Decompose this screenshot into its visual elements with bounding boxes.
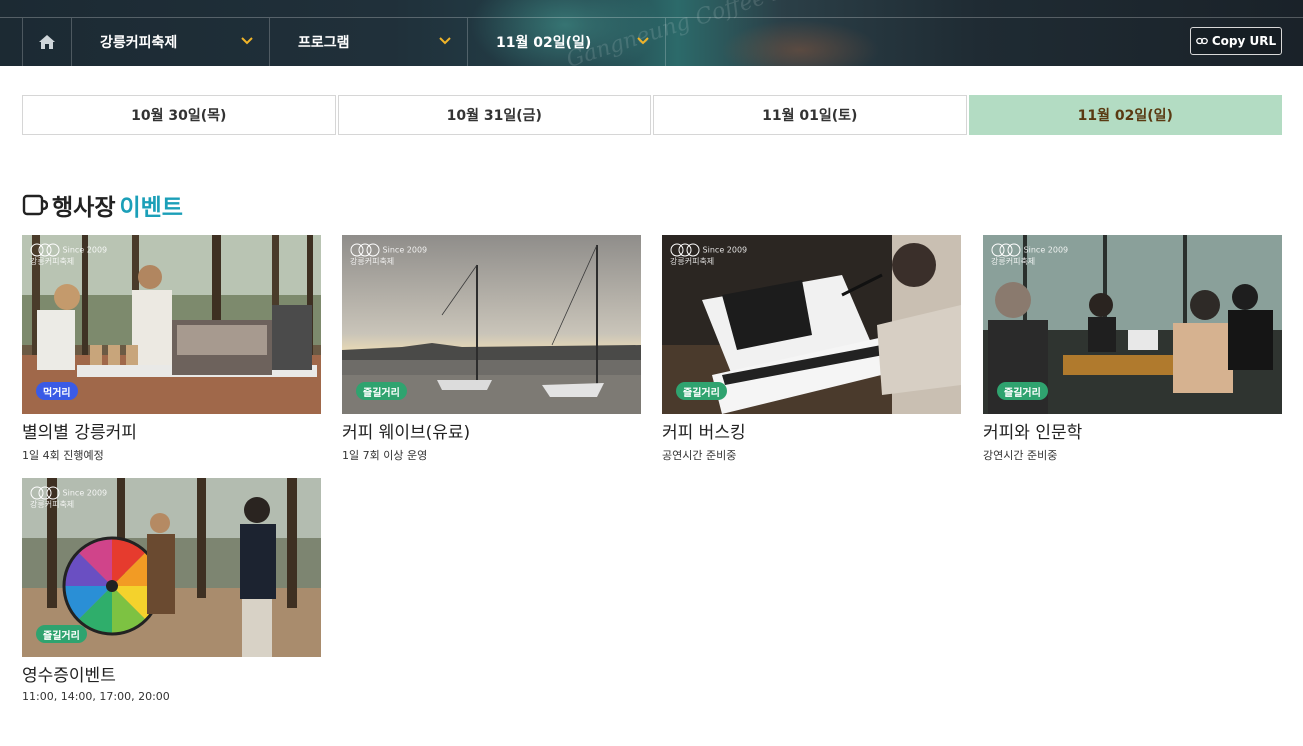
festival-logo: Since 2009 강릉커피축제 — [350, 243, 427, 266]
category-badge: 즐길거리 — [676, 382, 727, 400]
category-badge: 즐길거리 — [997, 382, 1048, 400]
logo-rings-icon — [30, 243, 60, 257]
location-nav: 강릉커피축제 프로그램 11월 02일(일) — [22, 18, 666, 66]
logo-name: 강릉커피축제 — [30, 257, 75, 266]
logo-name: 강릉커피축제 — [350, 257, 395, 266]
logo-rings-icon — [670, 243, 700, 257]
event-image-sailboat[interactable]: Since 2009 강릉커피축제 즐길거리 — [342, 235, 641, 414]
category-badge: 즐길거리 — [36, 625, 87, 643]
festival-logo: Since 2009 강릉커피축제 — [991, 243, 1068, 266]
event-image-roulette[interactable]: Since 2009 강릉커피축제 즐길거리 — [22, 478, 321, 657]
event-image-piano[interactable]: Since 2009 강릉커피축제 즐길거리 — [662, 235, 961, 414]
event-title[interactable]: 커피 버스킹 — [662, 421, 961, 445]
logo-name: 강릉커피축제 — [30, 500, 75, 509]
category-badge: 먹거리 — [36, 382, 78, 400]
festival-logo: Since 2009 강릉커피축제 — [670, 243, 747, 266]
chevron-down-icon — [637, 37, 649, 45]
section-title: 행사장 이벤트 — [22, 190, 183, 221]
logo-since: Since 2009 — [702, 245, 748, 255]
tab-nov-01[interactable]: 11월 01일(토) — [653, 95, 967, 135]
event-subtitle: 1일 7회 이상 운영 — [342, 449, 428, 462]
logo-since: Since 2009 — [1023, 245, 1069, 255]
section-title-accent: 이벤트 — [119, 195, 183, 221]
tab-nov-02[interactable]: 11월 02일(일) — [968, 95, 1282, 135]
logo-since: Since 2009 — [382, 245, 428, 255]
festival-logo: Since 2009 강릉커피축제 — [30, 486, 107, 509]
logo-since: Since 2009 — [62, 488, 108, 498]
logo-name: 강릉커피축제 — [991, 257, 1036, 266]
chevron-down-icon — [241, 37, 253, 45]
tab-oct-31[interactable]: 10월 31일(금) — [337, 95, 651, 135]
event-card[interactable]: Since 2009 강릉커피축제 즐길거리 영수증이벤트 11:00, 14:… — [22, 478, 321, 703]
tab-oct-30[interactable]: 10월 30일(목) — [22, 95, 336, 135]
logo-name: 강릉커피축제 — [670, 257, 715, 266]
category-badge: 즐길거리 — [356, 382, 407, 400]
logo-since: Since 2009 — [62, 245, 108, 255]
cup-icon — [22, 194, 48, 216]
home-button[interactable] — [22, 18, 72, 66]
event-title[interactable]: 커피와 인문학 — [983, 421, 1282, 445]
logo-rings-icon — [30, 486, 60, 500]
dropdown-label: 11월 02일(일) — [496, 35, 592, 51]
event-subtitle: 1일 4회 진행예정 — [22, 449, 104, 462]
event-subtitle: 공연시간 준비중 — [662, 449, 737, 462]
event-card[interactable]: Since 2009 강릉커피축제 즐길거리 커피와 인문학 강연시간 준비중 — [983, 235, 1282, 463]
event-subtitle: 11:00, 14:00, 17:00, 20:00 — [22, 690, 170, 703]
event-image-lecture[interactable]: Since 2009 강릉커피축제 즐길거리 — [983, 235, 1282, 414]
date-tabs: 10월 30일(목) 10월 31일(금) 11월 01일(토) 11월 02일… — [22, 95, 1282, 135]
event-subtitle: 강연시간 준비중 — [983, 449, 1058, 462]
logo-rings-icon — [350, 243, 380, 257]
dropdown-festival[interactable]: 강릉커피축제 — [72, 18, 270, 66]
festival-logo: Since 2009 강릉커피축제 — [30, 243, 107, 266]
banner-decoration — [720, 20, 880, 66]
event-card[interactable]: Since 2009 강릉커피축제 즐길거리 커피 버스킹 공연시간 준비중 — [662, 235, 961, 463]
top-banner: Gangneung Coffee Festival 강릉커피축제 프로그램 11… — [0, 0, 1303, 66]
dropdown-program[interactable]: 프로그램 — [270, 18, 468, 66]
copy-url-label: Copy URL — [1211, 34, 1277, 48]
copy-url-button[interactable]: Copy URL — [1190, 27, 1282, 55]
event-card[interactable]: Since 2009 강릉커피축제 즐길거리 커피 웨이브(유료) 1일 7회 … — [342, 235, 641, 463]
link-icon — [1196, 37, 1208, 45]
event-title[interactable]: 영수증이벤트 — [22, 664, 321, 688]
dropdown-label: 강릉커피축제 — [100, 35, 178, 51]
dropdown-date[interactable]: 11월 02일(일) — [468, 18, 666, 66]
chevron-down-icon — [439, 37, 451, 45]
event-image-coffee-booth[interactable]: Since 2009 강릉커피축제 먹거리 — [22, 235, 321, 414]
dropdown-label: 프로그램 — [298, 35, 350, 51]
event-title[interactable]: 별의별 강릉커피 — [22, 421, 321, 445]
event-card[interactable]: Since 2009 강릉커피축제 먹거리 별의별 강릉커피 1일 4회 진행예… — [22, 235, 321, 463]
logo-rings-icon — [991, 243, 1021, 257]
section-title-main: 행사장 — [52, 195, 116, 221]
home-icon — [39, 35, 55, 49]
event-title[interactable]: 커피 웨이브(유료) — [342, 421, 641, 445]
